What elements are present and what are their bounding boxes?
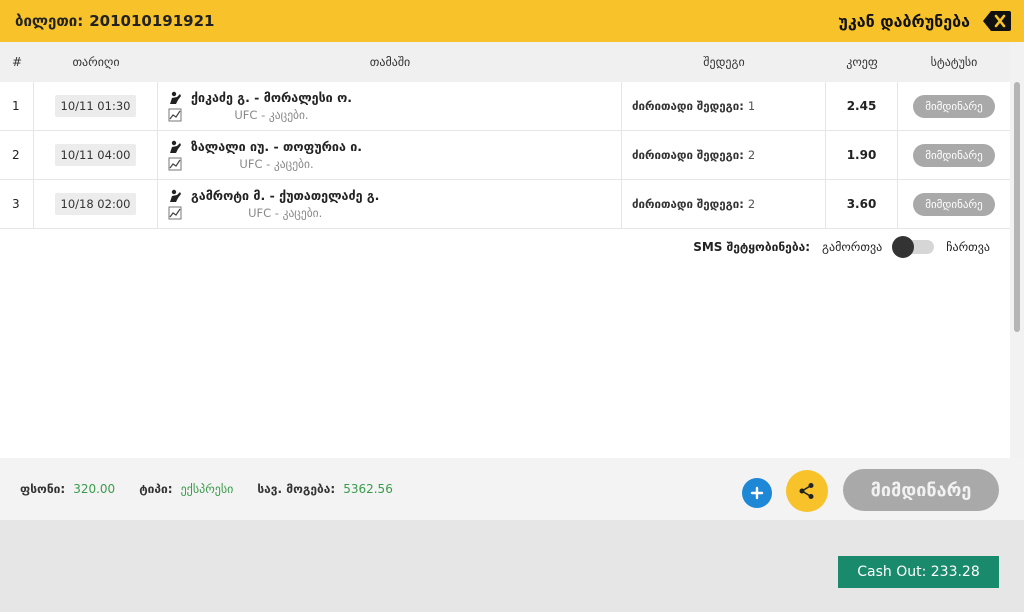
row-number: 3 (0, 180, 34, 228)
add-button[interactable] (742, 478, 772, 508)
stake-label: ფსონი: (20, 482, 66, 496)
win-item: სავ. მოგება: 5362.56 (257, 482, 393, 496)
result-label: ძირითადი შედეგი: (632, 99, 744, 113)
stake-item: ფსონი: 320.00 (20, 482, 115, 496)
league-name: UFC - კაცები. (248, 206, 323, 220)
sms-off-label: გამორთვა (822, 240, 883, 254)
sms-notification-setting: SMS შეტყობინება: გამორთვა ჩართვა (693, 236, 990, 258)
col-result-header: შედეგი (703, 55, 745, 69)
ticket-label: ბილეთი: (15, 12, 84, 30)
table-row: 3 10/18 02:00 გამროტი მ. - ქუთათელაძე გ.… (0, 180, 1010, 229)
ticket-window: ბილეთი: 201010191921 უკან დაბრუნება # თა… (0, 0, 1024, 612)
row-odds-cell: 1.90 (826, 131, 898, 179)
col-number-header: # (12, 55, 23, 69)
row-game-cell: გამროტი მ. - ქუთათელაძე გ. UFC - კაცები. (158, 180, 622, 228)
row-status-cell: მიმდინარე (898, 180, 1010, 228)
result-value: 1 (747, 99, 756, 113)
ticket-header: ბილეთი: 201010191921 უკან დაბრუნება (0, 0, 1024, 42)
result-label: ძირითადი შედეგი: (632, 148, 744, 162)
match-name: ქიკაძე გ. - მორალესი ო. (191, 90, 352, 105)
stake-value: 320.00 (73, 482, 116, 496)
status-badge: მიმდინარე (913, 143, 995, 167)
col-odds-header: კოეფ (846, 55, 878, 69)
plus-icon (750, 486, 764, 500)
col-game-header: თამაში (369, 55, 411, 69)
match-name: გამროტი მ. - ქუთათელაძე გ. (191, 188, 380, 203)
row-odds-cell: 2.45 (826, 82, 898, 130)
odds-value: 3.60 (846, 197, 877, 211)
type-label: ტიპი: (139, 482, 173, 496)
result-value: 2 (747, 197, 756, 211)
sms-on-label: ჩართვა (946, 240, 990, 254)
odds-value: 1.90 (846, 148, 877, 162)
table-header: # თარიღი თამაში შედეგი კოეფ სტატუსი (0, 42, 1010, 82)
share-icon (799, 483, 814, 499)
back-button[interactable]: უკან დაბრუნება (838, 10, 1012, 32)
type-value: ექსპრესი (180, 482, 234, 496)
row-number: 1 (0, 82, 34, 130)
row-date-cell: 10/11 04:00 (34, 131, 158, 179)
match-name: ზალალი იუ. - თოფურია ი. (191, 139, 363, 154)
league-name: UFC - კაცები. (239, 157, 314, 171)
odds-value: 2.45 (846, 99, 877, 113)
backspace-icon (982, 10, 1012, 32)
type-item: ტიპი: ექსპრესი (139, 482, 233, 496)
cash-out-button[interactable]: Cash Out: 233.28 (838, 556, 999, 588)
row-game-cell: ზალალი იუ. - თოფურია ი. UFC - კაცები. (158, 131, 622, 179)
stats-icon (168, 157, 182, 170)
row-status-cell: მიმდინარე (898, 131, 1010, 179)
ticket-number: 201010191921 (89, 12, 215, 30)
sms-toggle[interactable] (892, 236, 935, 258)
row-odds-cell: 3.60 (826, 180, 898, 228)
scrollbar[interactable] (1010, 42, 1024, 458)
col-status-header: სტატუსი (930, 55, 978, 69)
game-icons (168, 140, 182, 171)
bets-panel: # თარიღი თამაში შედეგი კოეფ სტატუსი 1 10… (0, 42, 1010, 458)
table-row: 1 10/11 01:30 ქიკაძე გ. - მორალესი ო. UF… (0, 82, 1010, 131)
scrollbar-thumb[interactable] (1014, 82, 1020, 332)
row-status-cell: მიმდინარე (898, 82, 1010, 130)
back-label: უკან დაბრუნება (838, 11, 970, 31)
row-date-cell: 10/11 01:30 (34, 82, 158, 130)
win-value: 5362.56 (343, 482, 393, 496)
stats-icon (168, 108, 182, 121)
row-result-cell: ძირითადი შედეგი: 2 (622, 131, 826, 179)
row-date: 10/11 04:00 (54, 144, 137, 166)
fighter-icon (170, 189, 181, 202)
ticket-status-button[interactable]: მიმდინარე (843, 469, 999, 511)
row-result-cell: ძირითადი შედეგი: 1 (622, 82, 826, 130)
share-button[interactable] (786, 470, 828, 512)
result-label: ძირითადი შედეგი: (632, 197, 744, 211)
col-date-header: თარიღი (72, 55, 120, 69)
table-row: 2 10/11 04:00 ზალალი იუ. - თოფურია ი. UF… (0, 131, 1010, 180)
result-value: 2 (747, 148, 756, 162)
row-number: 2 (0, 131, 34, 179)
fighter-icon (170, 91, 181, 104)
status-badge: მიმდინარე (913, 192, 995, 216)
row-date: 10/18 02:00 (54, 193, 137, 215)
win-label: სავ. მოგება: (257, 482, 336, 496)
game-icons (168, 91, 182, 122)
sms-label: SMS შეტყობინება: (693, 240, 811, 254)
row-result-cell: ძირითადი შედეგი: 2 (622, 180, 826, 228)
ticket-title: ბილეთი: 201010191921 (15, 12, 214, 30)
league-name: UFC - კაცები. (234, 108, 309, 122)
status-badge: მიმდინარე (913, 94, 995, 118)
row-date: 10/11 01:30 (54, 95, 137, 117)
fighter-icon (170, 140, 181, 153)
row-date-cell: 10/18 02:00 (34, 180, 158, 228)
stats-icon (168, 206, 182, 219)
row-game-cell: ქიკაძე გ. - მორალესი ო. UFC - კაცები. (158, 82, 622, 130)
toggle-knob (892, 236, 915, 258)
game-icons (168, 189, 182, 220)
